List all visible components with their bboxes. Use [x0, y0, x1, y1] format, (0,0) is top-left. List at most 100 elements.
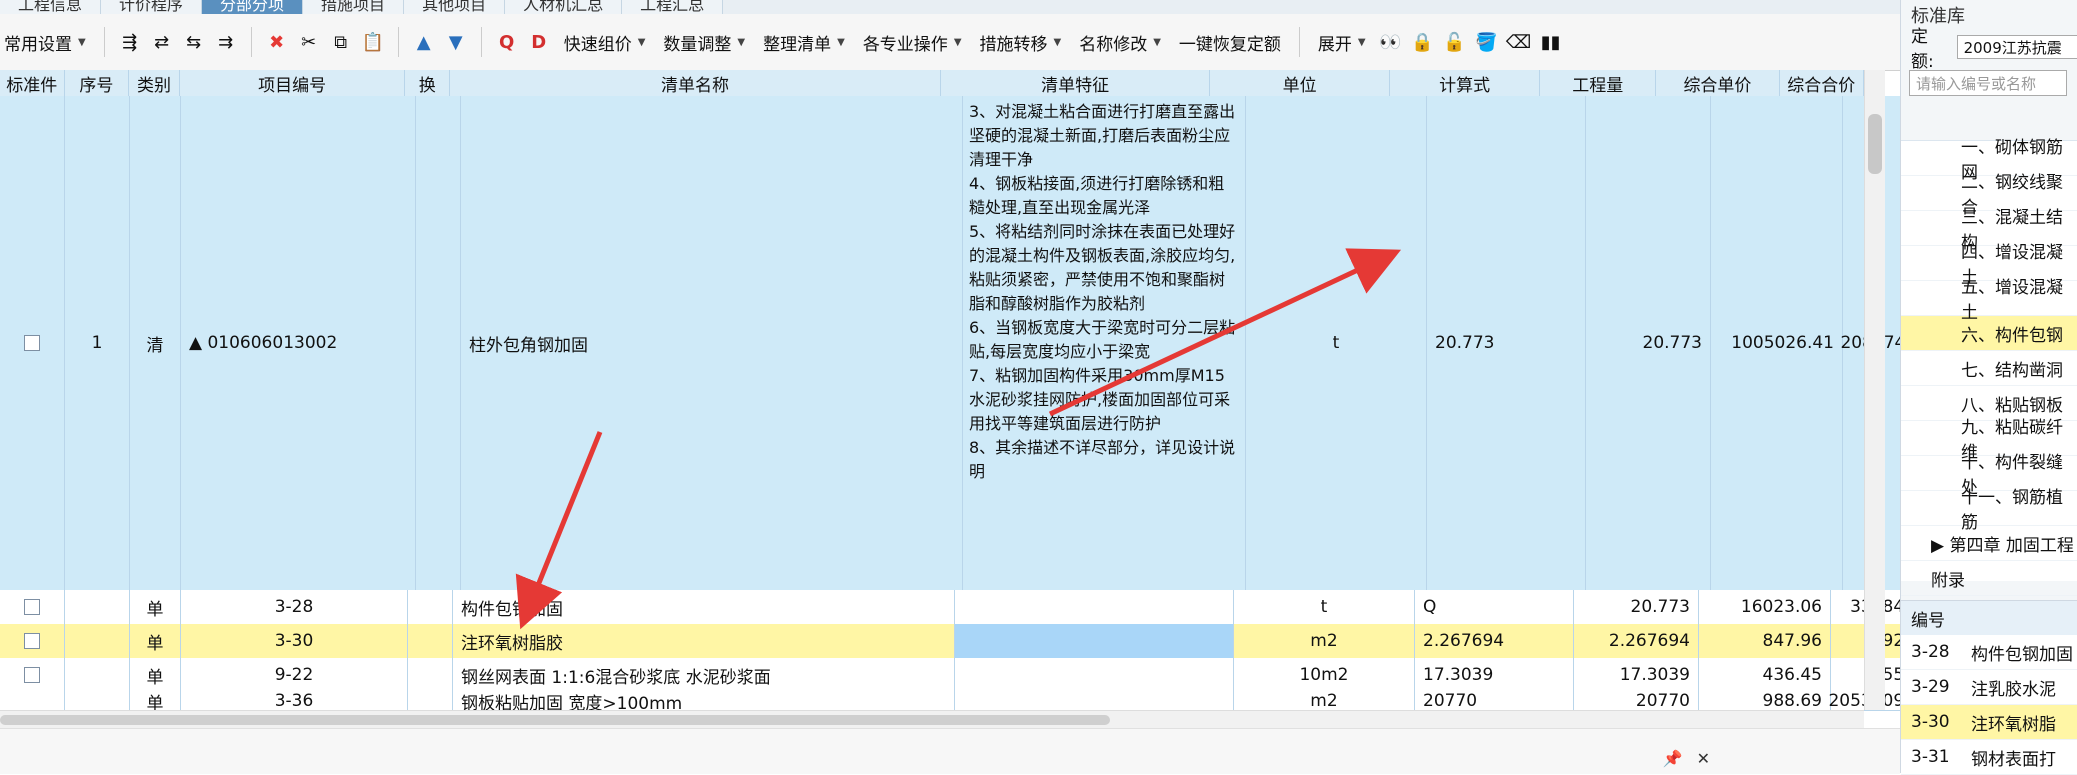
fill-color-icon[interactable]: 🪣: [1475, 31, 1497, 53]
std-cell[interactable]: [0, 96, 65, 590]
query-icon[interactable]: Q: [496, 31, 518, 53]
horizontal-scroll-thumb[interactable]: [0, 715, 1110, 725]
swap-cell[interactable]: [408, 624, 453, 658]
feature-cell[interactable]: [955, 658, 1234, 692]
quota-col-code: 编号: [1911, 610, 1945, 631]
std-cell[interactable]: [0, 590, 65, 624]
tab-project-info[interactable]: 工程信息: [0, 0, 102, 14]
name-cell[interactable]: 构件包钢加固: [453, 590, 955, 624]
tab-measures[interactable]: 措施项目: [303, 0, 405, 14]
cut-icon[interactable]: ✂: [298, 31, 320, 53]
arrow-down-icon[interactable]: ▼: [445, 31, 467, 53]
chevron-down-icon: ▼: [637, 36, 646, 48]
tree-item[interactable]: 十一、钢筋植筋: [1901, 488, 2077, 533]
feature-cell[interactable]: 3、对混凝土粘合面进行打磨直至露出坚硬的混凝土新面,打磨后表面粉尘应清理干净 4…: [963, 96, 1246, 590]
quota-select[interactable]: 2009江苏抗震: [1956, 35, 2077, 59]
type-cell: 单: [130, 624, 181, 658]
code-cell[interactable]: ▲ 010606013002: [181, 96, 416, 590]
tab-materials[interactable]: 人材机汇总: [505, 0, 623, 14]
eraser-icon[interactable]: ⌫: [1506, 31, 1531, 53]
close-icon[interactable]: ✕: [1697, 749, 1710, 768]
vertical-scrollbar[interactable]: [1864, 70, 1885, 710]
code-cell[interactable]: 9-22: [181, 658, 408, 692]
vertical-scroll-thumb[interactable]: [1868, 114, 1882, 174]
formula-cell[interactable]: 2.267694: [1415, 624, 1574, 658]
formula-cell[interactable]: 20.773: [1427, 96, 1586, 590]
tab-pricing[interactable]: 计价程序: [101, 0, 203, 14]
rename-menu[interactable]: 名称修改 ▼: [1075, 24, 1165, 60]
unit-cell[interactable]: m2: [1234, 692, 1415, 710]
delete-icon[interactable]: ✖: [266, 31, 288, 53]
quota-row[interactable]: 3-29 注乳胶水泥: [1901, 670, 2077, 705]
name-cell[interactable]: 注环氧树脂胶: [453, 624, 955, 658]
code-cell[interactable]: 3-28: [181, 590, 408, 624]
std-cell[interactable]: [0, 658, 65, 692]
quota-row[interactable]: 3-28 构件包钢加固: [1901, 635, 2077, 670]
tree-item[interactable]: 五、增设混凝土: [1901, 278, 2077, 323]
insert-row-icon[interactable]: ⇶: [119, 31, 141, 53]
settings-menu[interactable]: 常用设置 ▼: [0, 24, 90, 60]
restore-quota-button[interactable]: 一键恢复定额: [1175, 24, 1285, 60]
checkbox[interactable]: [24, 633, 40, 649]
name-cell[interactable]: 柱外包角钢加固: [461, 96, 963, 590]
quantity-adjust-menu[interactable]: 数量调整 ▼: [659, 24, 749, 60]
insert-group-icon[interactable]: ⇆: [183, 31, 205, 53]
binoculars-icon[interactable]: 👀: [1379, 31, 1401, 53]
paste-icon[interactable]: 📋: [362, 31, 384, 53]
tree-item-selected[interactable]: 六、构件包钢: [1901, 316, 2077, 351]
pin-icon[interactable]: 📌: [1663, 749, 1683, 768]
quick-price-menu[interactable]: 快速组价 ▼: [560, 24, 650, 60]
tab-summary[interactable]: 工程汇总: [622, 0, 724, 14]
arrow-up-icon[interactable]: ▲: [413, 31, 435, 53]
code-cell[interactable]: 3-30: [181, 624, 408, 658]
name-cell[interactable]: 钢板粘贴加固 宽度>100mm: [453, 692, 955, 710]
discipline-ops-menu[interactable]: 各专业操作 ▼: [859, 24, 966, 60]
insert-child-icon[interactable]: ⇄: [151, 31, 173, 53]
table-row[interactable]: 单 3-36 钢板粘贴加固 宽度>100mm m2 20770 20770 98…: [0, 692, 1924, 711]
unit-cell[interactable]: t: [1246, 96, 1427, 590]
checkbox[interactable]: [24, 335, 40, 351]
tree-appendix[interactable]: 附录: [1901, 561, 2077, 596]
chart-icon[interactable]: ▮▮: [1540, 31, 1562, 53]
formula-cell[interactable]: 20770: [1415, 692, 1574, 710]
name-cell[interactable]: 钢丝网表面 1:1:6混合砂浆底 水泥砂浆面: [453, 658, 955, 692]
quota-row-selected[interactable]: 3-30 注环氧树脂: [1901, 705, 2077, 740]
table-row[interactable]: 单 3-30 注环氧树脂胶 m2 2.267694 2.267694 847.9…: [0, 624, 1924, 659]
swap-cell[interactable]: [408, 590, 453, 624]
checkbox[interactable]: [24, 667, 40, 683]
organize-list-menu[interactable]: 整理清单 ▼: [759, 24, 849, 60]
swap-cell[interactable]: [408, 692, 453, 710]
table-row[interactable]: 1 清 ▲ 010606013002 柱外包角钢加固 3、对混凝土粘合面进行打磨…: [0, 96, 1936, 591]
expand-menu[interactable]: 展开 ▼: [1314, 24, 1370, 60]
quota-row[interactable]: 3-31 钢材表面打: [1901, 740, 2077, 775]
formula-cell[interactable]: Q: [1415, 590, 1574, 624]
unit-cell[interactable]: 10m2: [1234, 658, 1415, 692]
checkbox[interactable]: [24, 599, 40, 615]
table-row[interactable]: 单 9-22 钢丝网表面 1:1:6混合砂浆底 水泥砂浆面 10m2 17.30…: [0, 658, 1924, 693]
swap-cell[interactable]: [408, 658, 453, 692]
std-cell[interactable]: [0, 624, 65, 658]
lock-icon[interactable]: 🔒: [1411, 31, 1433, 53]
unit-cell[interactable]: m2: [1234, 624, 1415, 658]
unlock-icon[interactable]: 🔓: [1443, 31, 1465, 53]
move-item-icon[interactable]: ⇉: [215, 31, 237, 53]
code-cell[interactable]: 3-36: [181, 692, 408, 710]
quota-icon[interactable]: D: [528, 31, 550, 53]
swap-cell[interactable]: [416, 96, 461, 590]
feature-cell[interactable]: [955, 590, 1234, 624]
feature-cell[interactable]: [955, 692, 1234, 710]
unit-cell[interactable]: t: [1234, 590, 1415, 624]
restore-quota-label: 一键恢复定额: [1178, 34, 1281, 55]
tree-chapter[interactable]: ▶ 第四章 加固工程: [1901, 526, 2077, 561]
horizontal-scrollbar[interactable]: [0, 710, 1864, 729]
copy-icon[interactable]: ⧉: [330, 31, 352, 53]
tab-other[interactable]: 其他项目: [404, 0, 506, 14]
table-row[interactable]: 单 3-28 构件包钢加固 t Q 20.773 16023.06 332847: [0, 590, 1924, 625]
measure-transfer-menu[interactable]: 措施转移 ▼: [976, 24, 1066, 60]
tab-sections[interactable]: 分部分项: [202, 0, 304, 14]
std-cell[interactable]: [0, 692, 65, 710]
library-search-input[interactable]: 请输入编号或名称: [1909, 70, 2067, 96]
formula-cell[interactable]: 17.3039: [1415, 658, 1574, 692]
feature-cell[interactable]: [955, 624, 1234, 658]
tree-item[interactable]: 七、结构凿洞: [1901, 351, 2077, 386]
